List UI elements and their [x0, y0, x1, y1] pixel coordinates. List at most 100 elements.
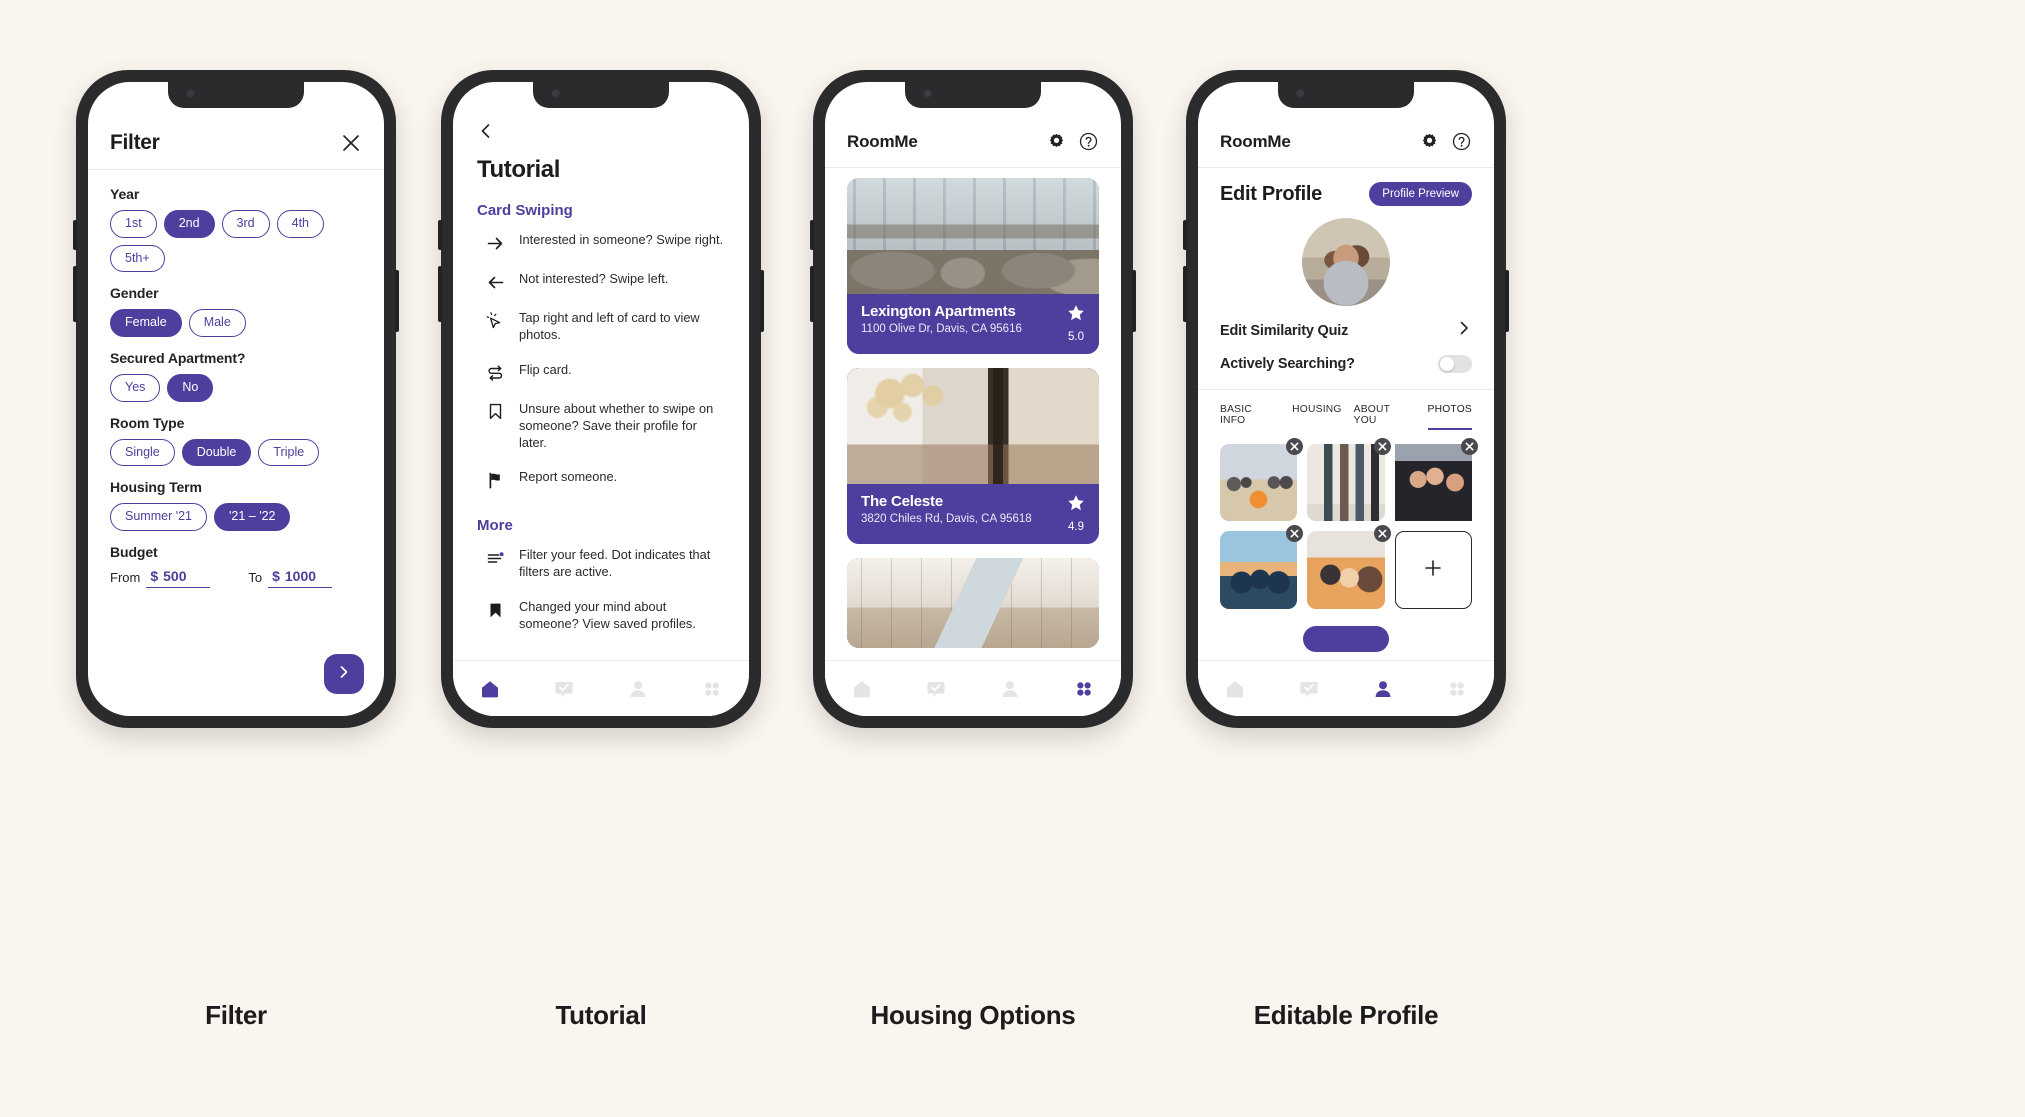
photo-cell-add[interactable]	[1394, 531, 1472, 609]
chip-term-year[interactable]: '21 – '22	[214, 503, 291, 531]
remove-x-icon[interactable]	[1373, 438, 1391, 455]
chip-gender-female[interactable]: Female	[110, 309, 182, 337]
power-button[interactable]	[395, 270, 399, 332]
tab-housing[interactable]: HOUSING	[1292, 404, 1341, 430]
beach-bonfire-photo[interactable]	[1220, 444, 1298, 522]
housing-card-address: 3820 Chiles Rd, Davis, CA 95618	[861, 513, 1032, 525]
close-icon[interactable]	[340, 132, 362, 154]
nav-messages[interactable]	[527, 678, 601, 700]
tab-about-you[interactable]: ABOUT YOU	[1354, 404, 1416, 430]
remove-x-icon[interactable]	[1461, 438, 1478, 455]
front-camera-icon	[186, 89, 195, 98]
power-button[interactable]	[1132, 270, 1136, 332]
add-photo-button[interactable]	[1394, 531, 1472, 609]
nav-messages[interactable]	[899, 678, 973, 700]
housing-card-rating: 5.0	[1067, 303, 1085, 343]
remove-x-icon[interactable]	[1286, 438, 1304, 455]
chevron-left-icon[interactable]	[477, 122, 497, 142]
tab-basic-info[interactable]: BASIC INFO	[1220, 404, 1280, 430]
bottom-nav	[453, 660, 749, 716]
chip-room-triple[interactable]: Triple	[258, 438, 320, 467]
help-circle-icon[interactable]	[1077, 131, 1099, 153]
power-button[interactable]	[1505, 270, 1509, 332]
housing-card[interactable]: Lexington Apartments 1100 Olive Dr, Davi…	[847, 178, 1099, 354]
chip-secured-yes[interactable]: Yes	[110, 373, 161, 402]
filter-group-budget: Budget From $ 500 To $ 1000	[110, 544, 362, 588]
remove-x-icon[interactable]	[1286, 525, 1304, 543]
caption-profile: Editable Profile	[1253, 1000, 1439, 1030]
nav-home[interactable]	[453, 678, 527, 700]
photo-cell[interactable]	[1220, 438, 1304, 522]
gear-icon[interactable]	[1045, 131, 1067, 153]
chip-room-double[interactable]: Double	[181, 438, 252, 467]
app-bar: RoomMe	[825, 116, 1121, 168]
housing-card-text: Lexington Apartments 1100 Olive Dr, Davi…	[861, 303, 1022, 335]
budget-from-label: From	[110, 569, 141, 585]
tutorial-item-text: Report someone.	[519, 469, 618, 485]
section-heading-card-swiping: Card Swiping	[477, 202, 573, 219]
filter-dot-icon	[485, 548, 505, 568]
profile-preview-button[interactable]: Profile Preview	[1369, 182, 1472, 206]
photo-detail	[1307, 531, 1385, 609]
friends-standing-photo[interactable]	[1307, 444, 1385, 522]
app-bar: RoomMe	[1198, 116, 1494, 168]
nav-profile[interactable]	[973, 678, 1047, 700]
tutorial-scroll[interactable]: Tutorial Card Swiping Interested in some…	[453, 82, 749, 642]
budget-from-input[interactable]: $ 500	[146, 568, 211, 588]
row-label: Edit Similarity Quiz	[1220, 322, 1349, 339]
group-label: Gender	[110, 285, 159, 302]
chip-year-3rd[interactable]: 3rd	[221, 210, 270, 238]
chip-term-summer[interactable]: Summer '21	[110, 503, 207, 531]
profile-row-actively-searching[interactable]: Actively Searching?	[1198, 341, 1494, 373]
profile-row-similarity-quiz[interactable]: Edit Similarity Quiz	[1198, 306, 1494, 341]
notch	[168, 82, 304, 108]
chip-gender-male[interactable]: Male	[188, 309, 246, 337]
chevron-right-icon[interactable]	[1456, 320, 1472, 341]
gear-icon[interactable]	[1418, 131, 1440, 153]
housing-card[interactable]: The Celeste 3820 Chiles Rd, Davis, CA 95…	[847, 368, 1099, 544]
tab-photos[interactable]: PHOTOS	[1427, 404, 1472, 430]
budget-to-input[interactable]: $ 1000	[268, 568, 333, 588]
help-circle-icon[interactable]	[1450, 131, 1472, 153]
remove-x-icon[interactable]	[1373, 525, 1391, 543]
apartment-atrium-photo	[847, 558, 1099, 648]
photo-overlay	[847, 368, 1099, 484]
nav-messages[interactable]	[1272, 678, 1346, 700]
photo-cell[interactable]	[1307, 438, 1391, 522]
nav-profile[interactable]	[601, 678, 675, 700]
friends-laughing-photo[interactable]	[1307, 531, 1385, 609]
save-profile-button[interactable]	[1303, 626, 1389, 652]
nav-grid[interactable]	[1047, 678, 1121, 700]
housing-card[interactable]	[847, 558, 1099, 648]
app-bar-actions	[1045, 131, 1099, 153]
notch	[1278, 82, 1414, 108]
chip-year-5th-plus[interactable]: 5th+	[110, 244, 165, 273]
housing-card-address: 1100 Olive Dr, Davis, CA 95616	[861, 323, 1022, 335]
housing-card-list[interactable]: Lexington Apartments 1100 Olive Dr, Davi…	[825, 168, 1121, 716]
apply-filter-button[interactable]	[324, 654, 364, 694]
avatar[interactable]	[1302, 218, 1390, 306]
chip-year-2nd[interactable]: 2nd	[163, 210, 215, 238]
friends-street-photo[interactable]	[1394, 444, 1472, 522]
nav-grid[interactable]	[1420, 678, 1494, 700]
actively-searching-toggle[interactable]	[1438, 355, 1472, 373]
photo-cell[interactable]	[1394, 438, 1478, 522]
nav-profile[interactable]	[1346, 678, 1420, 700]
chip-year-1st[interactable]: 1st	[110, 210, 157, 238]
power-button[interactable]	[760, 270, 764, 332]
photo-cell[interactable]	[1307, 525, 1391, 609]
nav-home[interactable]	[825, 678, 899, 700]
tutorial-header: Tutorial Card Swiping Interested in some…	[453, 82, 749, 642]
chip-room-single[interactable]: Single	[110, 438, 175, 467]
photo-cell[interactable]	[1220, 525, 1304, 609]
sunset-arms-up-photo[interactable]	[1220, 531, 1298, 609]
housing-screen: RoomMe Lexington Apartments 1100 Olive D…	[825, 82, 1121, 716]
caption-tutorial: Tutorial	[555, 1000, 647, 1030]
chip-secured-no[interactable]: No	[167, 373, 214, 402]
chip-year-4th[interactable]: 4th	[276, 210, 325, 238]
nav-home[interactable]	[1198, 678, 1272, 700]
housing-card-name: The Celeste	[861, 493, 943, 510]
budget-to-label: To	[248, 569, 263, 585]
cursor-click-icon	[485, 311, 505, 331]
nav-grid[interactable]	[675, 678, 749, 700]
